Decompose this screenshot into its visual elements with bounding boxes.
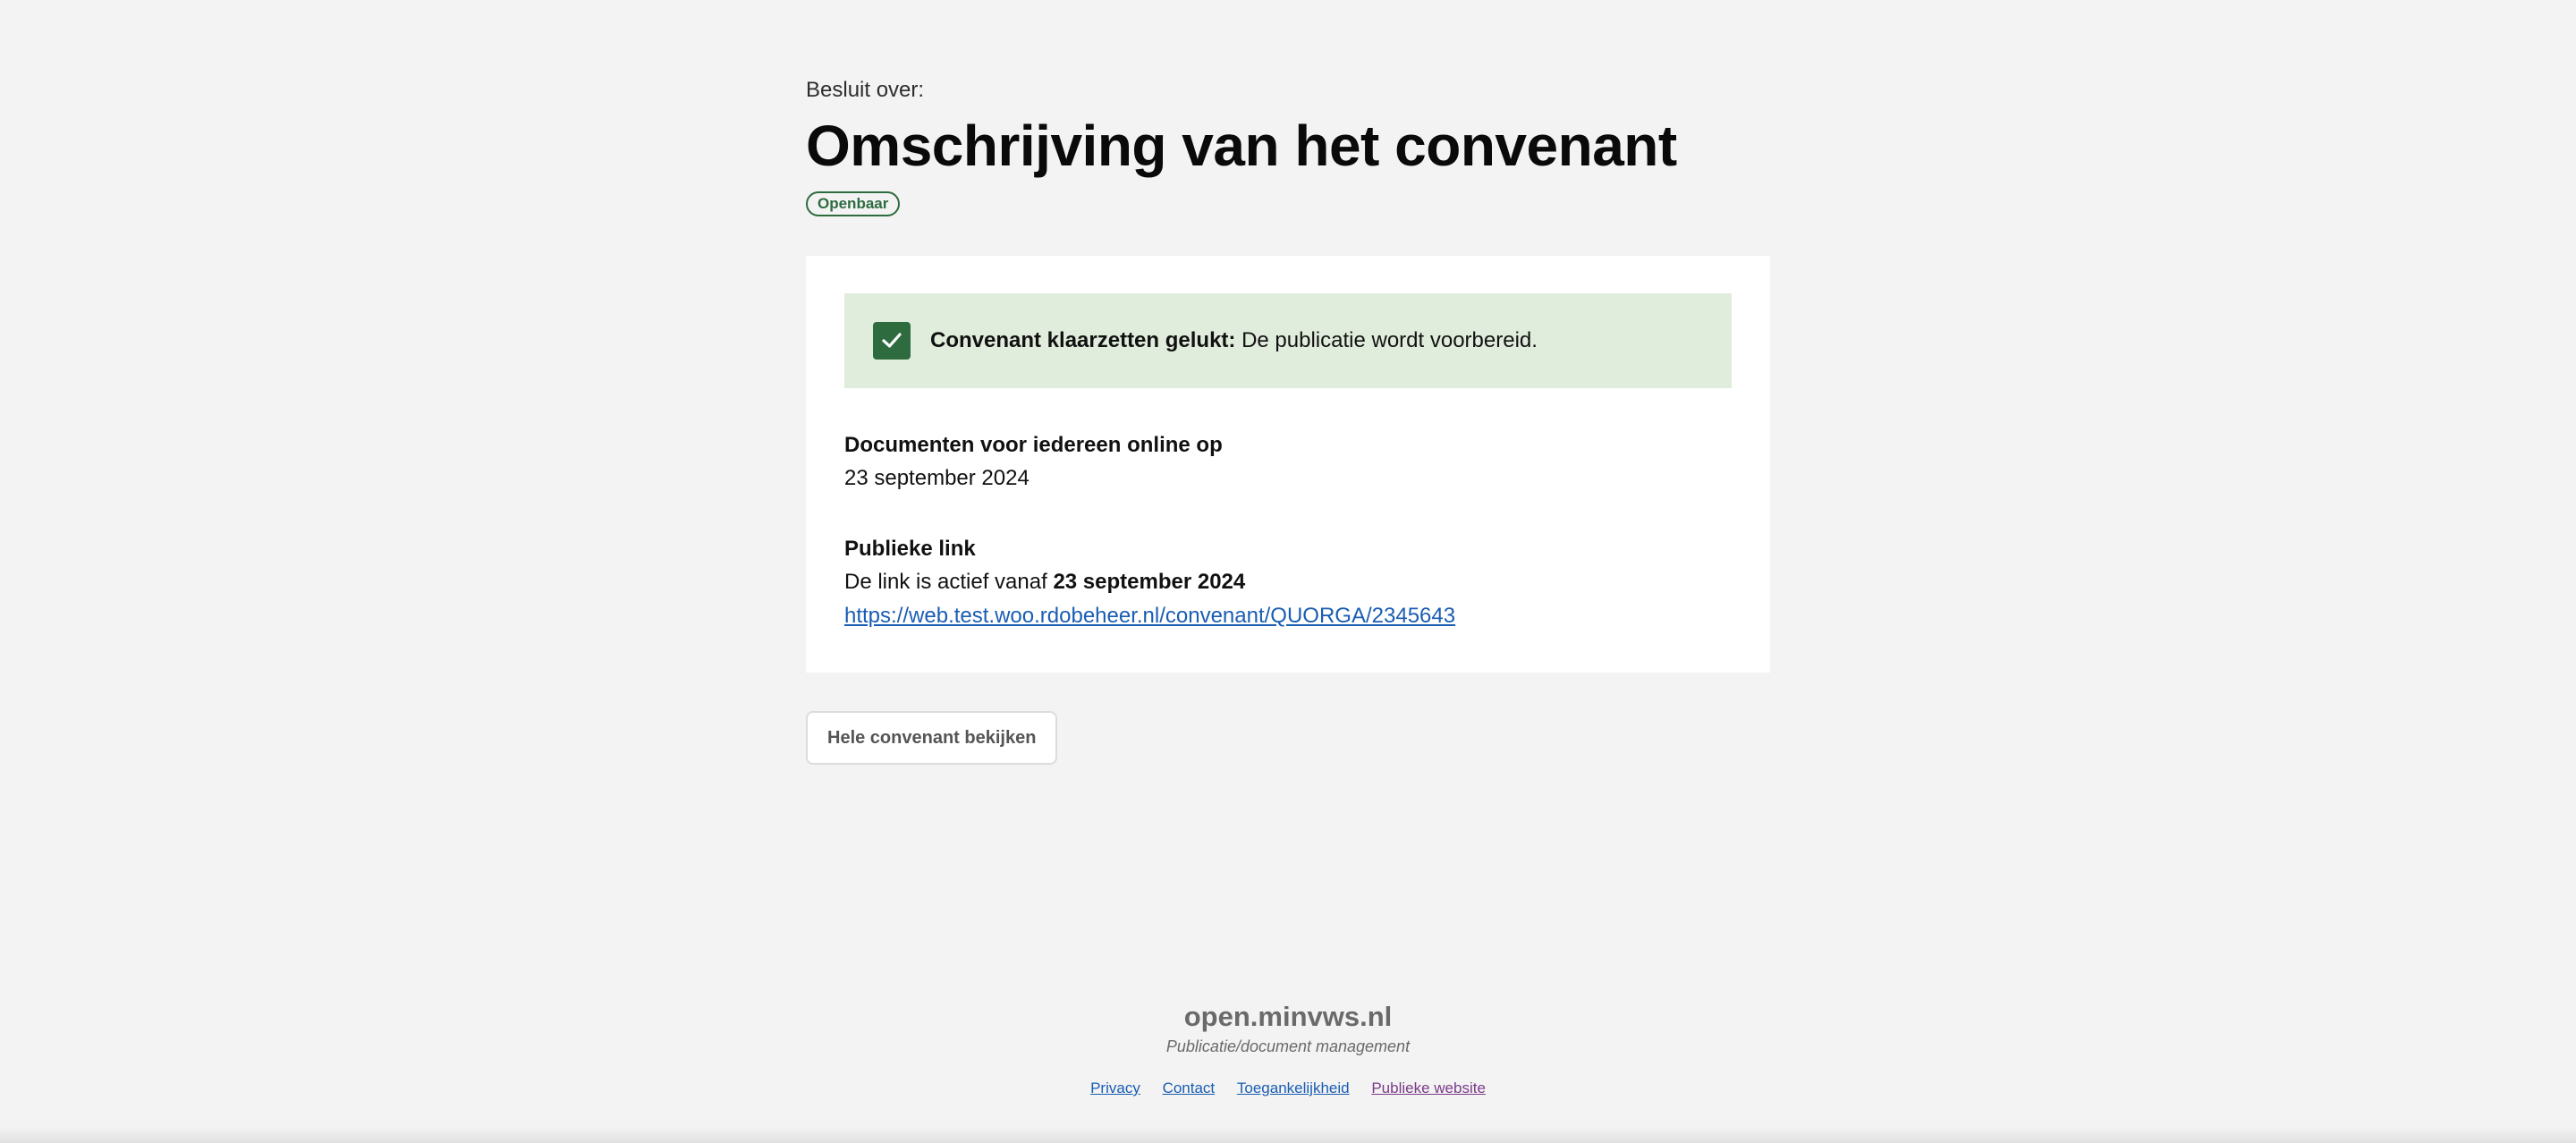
page-eyebrow: Besluit over: [806,78,925,102]
alert-title: Convenant klaarzetten gelukt: [930,328,1236,352]
documents-online-section: Documenten voor iedereen online op 23 se… [844,429,1732,495]
view-convenant-button[interactable]: Hele convenant bekijken [806,711,1058,765]
footer-link-privacy[interactable]: Privacy [1090,1080,1140,1096]
public-link-label: Publieke link [844,537,976,561]
footer-links: Privacy Contact Toegankelijkheid Publiek… [0,1079,2576,1098]
documents-online-date: 23 september 2024 [844,466,1030,490]
alert-body: De publicatie wordt voorbereid. [1235,328,1538,352]
public-link-active-date: 23 september 2024 [1053,570,1246,594]
footer-subtitle: Publicatie/document management [1165,1037,1411,1055]
footer-link-contact[interactable]: Contact [1163,1080,1216,1096]
footer-link-toegankelijkheid[interactable]: Toegankelijkheid [1237,1080,1350,1096]
alert-message: Convenant klaarzetten gelukt: De publica… [930,327,1538,354]
publication-card: Convenant klaarzetten gelukt: De publica… [806,256,1770,673]
public-link-active-text: De link is actief vanaf 23 september 202… [844,565,1732,599]
footer-link-publieke-website[interactable]: Publieke website [1371,1080,1486,1096]
bottom-shadow [0,1127,2576,1143]
footer-brand: open.minvws.nl [1183,1001,1393,1032]
status-badge: Openbaar [806,191,901,216]
public-link-url[interactable]: https://web.test.woo.rdobeheer.nl/conven… [844,604,1455,628]
footer: open.minvws.nl Publicatie/document manag… [0,1000,2576,1098]
page-title: Omschrijving van het convenant [806,114,1677,178]
checkmark-icon [873,322,911,360]
success-alert: Convenant klaarzetten gelukt: De publica… [844,293,1732,388]
documents-online-label: Documenten voor iedereen online op [844,433,1223,457]
public-link-section: Publieke link De link is actief vanaf 23… [844,533,1732,633]
public-link-active-prefix: De link is actief vanaf [844,570,1054,594]
main-content: Besluit over: Omschrijving van het conve… [806,77,1770,765]
